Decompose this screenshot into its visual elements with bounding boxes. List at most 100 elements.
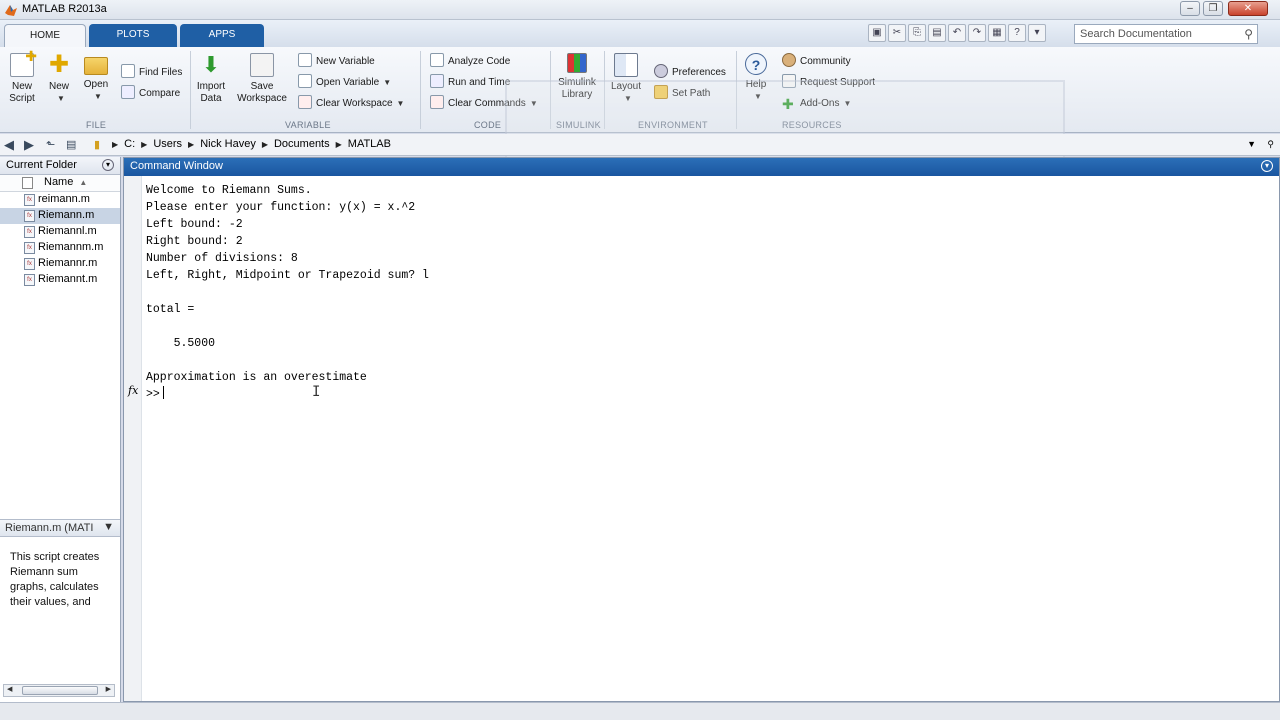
minimize-button[interactable]: – bbox=[1180, 1, 1200, 16]
scroll-thumb[interactable] bbox=[22, 686, 98, 695]
file-list-item[interactable]: fx Riemannl.m bbox=[0, 224, 120, 240]
community-button[interactable]: Community bbox=[782, 53, 851, 71]
command-window-title: Command Window bbox=[130, 160, 223, 172]
chevron-down-icon: ▼ bbox=[529, 99, 538, 108]
maximize-button[interactable]: ❐ bbox=[1203, 1, 1223, 16]
analyze-code-label: Analyze Code bbox=[448, 56, 511, 67]
customize-icon[interactable]: ▾ bbox=[1028, 24, 1046, 42]
open-variable-button[interactable]: Open Variable ▼ bbox=[298, 74, 391, 92]
copy-icon[interactable]: ⎘ bbox=[908, 24, 926, 42]
up-folder-icon[interactable]: ⬑ bbox=[46, 138, 55, 151]
help-icon[interactable]: ? bbox=[1008, 24, 1026, 42]
chevron-right-icon: ▶ bbox=[335, 139, 342, 149]
output-line: 5.5000 bbox=[146, 337, 216, 350]
simulink-library-icon bbox=[567, 53, 587, 73]
save-icon[interactable]: ▣ bbox=[868, 24, 886, 42]
undo-icon[interactable]: ↶ bbox=[948, 24, 966, 42]
horizontal-scrollbar[interactable]: ◀ ▶ bbox=[3, 684, 115, 697]
search-input[interactable]: Search Documentation ⚲ bbox=[1074, 24, 1258, 44]
find-files-button[interactable]: Find Files bbox=[121, 64, 182, 82]
community-label: Community bbox=[800, 56, 851, 67]
gear-icon bbox=[654, 64, 668, 78]
clear-commands-icon bbox=[430, 95, 444, 109]
file-list-item[interactable]: fx Riemannr.m bbox=[0, 256, 120, 272]
layout-label: Layout bbox=[610, 81, 642, 92]
crumb-user[interactable]: Nick Havey bbox=[200, 138, 256, 150]
run-and-time-button[interactable]: Run and Time bbox=[430, 74, 510, 92]
file-list-item[interactable]: fx Riemannm.m bbox=[0, 240, 120, 256]
tab-apps[interactable]: APPS bbox=[180, 24, 264, 47]
search-icon[interactable]: ⚲ bbox=[1244, 27, 1253, 41]
chevron-down-icon: ▼ bbox=[624, 94, 632, 103]
help-button[interactable]: ? Help ▼ bbox=[734, 51, 778, 103]
new-script-icon: ✚ bbox=[10, 49, 37, 77]
command-window[interactable]: Command Window ▾ Welcome to Riemann Sums… bbox=[123, 157, 1280, 702]
crumb-users[interactable]: Users bbox=[153, 138, 182, 150]
chevron-right-icon: ▶ bbox=[188, 139, 195, 149]
breadcrumb: ▶ C: ▶ Users ▶ Nick Havey ▶ Documents ▶ … bbox=[112, 138, 391, 150]
layout-button[interactable]: Layout ▼ bbox=[604, 51, 648, 105]
switch-windows-icon[interactable]: ▦ bbox=[988, 24, 1006, 42]
window-title: MATLAB R2013a bbox=[22, 3, 107, 15]
prompt-line[interactable]: >> bbox=[146, 386, 429, 403]
file-list-item-selected[interactable]: fx Riemann.m bbox=[0, 208, 120, 224]
chevron-down-icon: ▼ bbox=[843, 99, 852, 108]
command-prompt: >> bbox=[146, 388, 160, 401]
file-list-item[interactable]: fx Riemannt.m bbox=[0, 272, 120, 288]
folder-icon: ▮ bbox=[94, 139, 101, 151]
clear-commands-button[interactable]: Clear Commands ▼ bbox=[430, 95, 538, 113]
close-button[interactable]: ✕ bbox=[1228, 1, 1268, 16]
preferences-label: Preferences bbox=[672, 67, 726, 78]
output-line: Number of divisions: 8 bbox=[146, 252, 298, 265]
scroll-left-icon[interactable]: ◀ bbox=[7, 685, 12, 693]
open-label: Open bbox=[83, 79, 109, 90]
quick-access-toolbar: ▣ ✂ ⎘ ▤ ↶ ↷ ▦ ? ▾ bbox=[868, 24, 1046, 44]
import-data-icon: ⬇ bbox=[201, 52, 221, 77]
back-icon[interactable]: ◀ bbox=[4, 137, 14, 153]
tab-plots[interactable]: PLOTS bbox=[89, 24, 177, 47]
address-dropdown-icon[interactable]: ▼ bbox=[1247, 139, 1256, 149]
cut-icon[interactable]: ✂ bbox=[888, 24, 906, 42]
redo-icon[interactable]: ↷ bbox=[968, 24, 986, 42]
command-window-header: Command Window ▾ bbox=[124, 158, 1279, 176]
current-folder-panel: Current Folder ▾ Name ▲ fx reimann.m fx … bbox=[0, 157, 121, 702]
details-panel-header[interactable]: Riemann.m (MATI ▼ bbox=[0, 519, 120, 537]
file-list-item[interactable]: fx reimann.m bbox=[0, 192, 120, 208]
preferences-button[interactable]: Preferences bbox=[654, 64, 726, 82]
add-ons-button[interactable]: ✚ Add-Ons ▼ bbox=[782, 95, 851, 113]
analyze-code-icon bbox=[430, 53, 444, 67]
compare-button[interactable]: Compare bbox=[121, 85, 180, 103]
name-column-header[interactable]: Name ▲ bbox=[0, 175, 120, 192]
chevron-down-icon: ▼ bbox=[754, 92, 762, 101]
crumb-drive[interactable]: C: bbox=[124, 138, 135, 150]
import-data-button[interactable]: ⬇ Import Data bbox=[189, 51, 233, 105]
chevron-down-icon[interactable]: ▼ bbox=[103, 521, 114, 533]
crumb-documents[interactable]: Documents bbox=[274, 138, 330, 150]
search-folder-icon[interactable]: ⚲ bbox=[1267, 139, 1274, 150]
analyze-code-button[interactable]: Analyze Code bbox=[430, 53, 510, 71]
function-browser-icon[interactable]: fx bbox=[128, 384, 138, 397]
panel-actions-icon[interactable]: ▾ bbox=[102, 159, 114, 171]
layout-icon bbox=[614, 53, 638, 77]
scroll-right-icon[interactable]: ▶ bbox=[106, 685, 111, 693]
new-variable-button[interactable]: New Variable bbox=[298, 53, 375, 71]
forward-icon[interactable]: ▶ bbox=[24, 137, 34, 153]
m-file-icon: fx bbox=[24, 194, 35, 206]
clear-workspace-button[interactable]: Clear Workspace ▼ bbox=[298, 95, 404, 113]
save-workspace-button[interactable]: Save Workspace bbox=[236, 51, 288, 105]
simulink-library-button[interactable]: Simulink Library bbox=[554, 51, 600, 101]
panel-actions-icon[interactable]: ▾ bbox=[1261, 160, 1273, 172]
browse-folder-icon[interactable]: ▤ bbox=[66, 138, 76, 151]
crumb-matlab[interactable]: MATLAB bbox=[348, 138, 391, 150]
tab-home[interactable]: HOME bbox=[4, 24, 86, 47]
text-cursor bbox=[162, 386, 164, 399]
set-path-button[interactable]: Set Path bbox=[654, 85, 710, 103]
current-folder-title: Current Folder bbox=[6, 159, 77, 171]
m-file-icon: fx bbox=[24, 210, 35, 222]
paste-icon[interactable]: ▤ bbox=[928, 24, 946, 42]
open-button[interactable]: Open ▼ bbox=[74, 51, 118, 103]
request-support-button[interactable]: Request Support bbox=[782, 74, 875, 92]
chevron-down-icon: ▼ bbox=[383, 78, 392, 87]
